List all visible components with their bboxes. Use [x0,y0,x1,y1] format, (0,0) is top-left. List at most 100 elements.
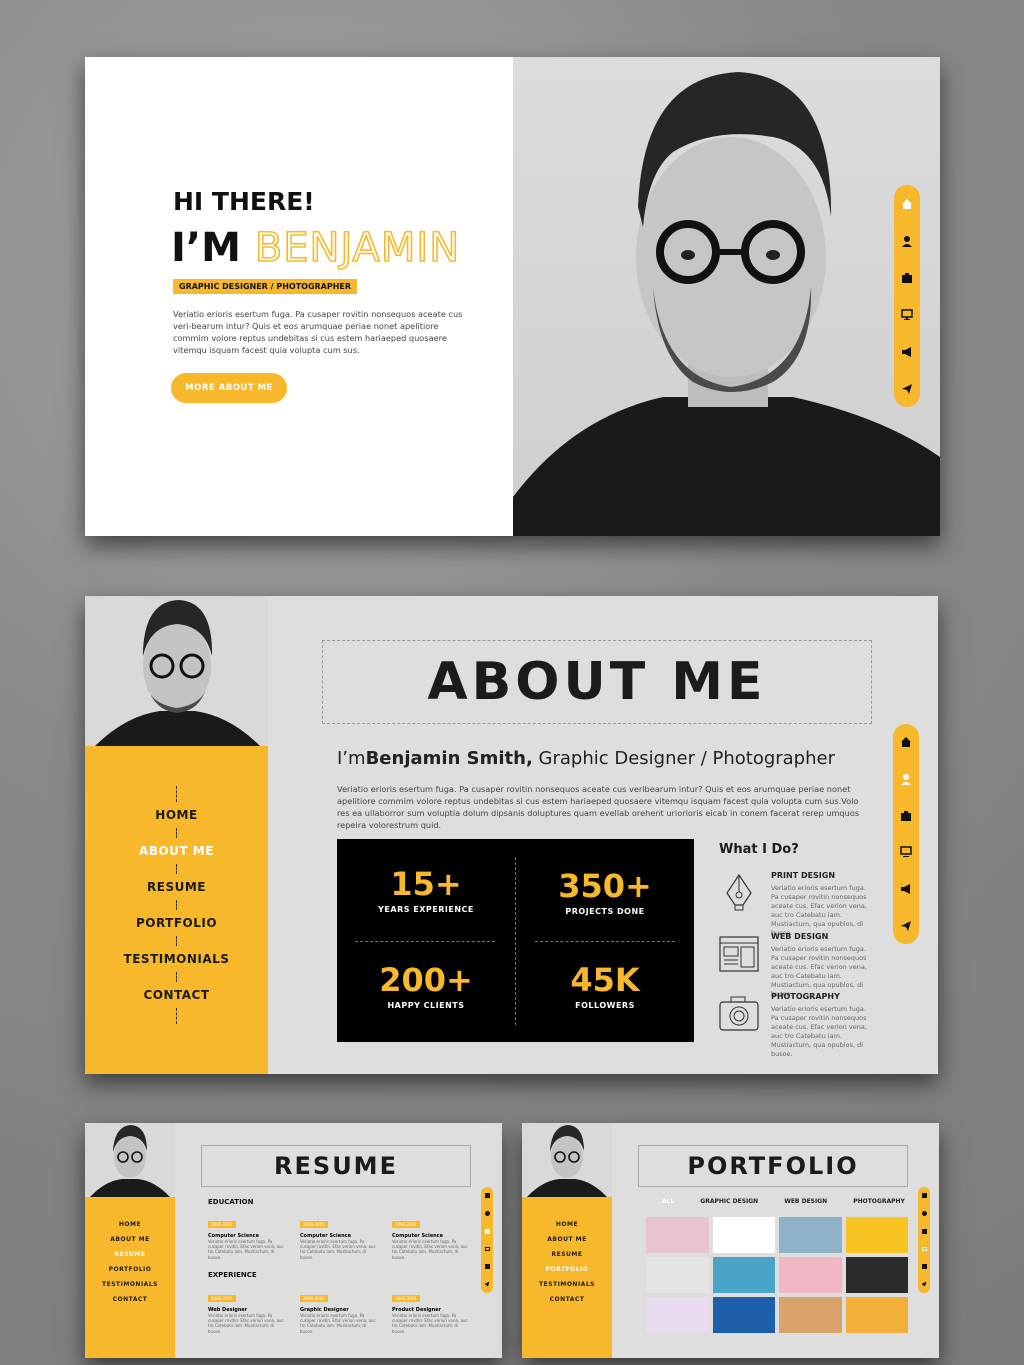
portfolio-tile[interactable] [779,1217,842,1253]
portfolio-tile[interactable] [845,1257,908,1293]
menu-home[interactable]: HOME [155,808,197,822]
monitor-icon[interactable] [921,1246,927,1251]
hero-role-badge: GRAPHIC DESIGNER / PHOTOGRAPHER [173,279,358,294]
experience-item: 2000-2001 Web Designer Veriatio erioris es… [208,1295,284,1334]
portfolio-tile[interactable] [712,1217,775,1253]
menu-portfolio[interactable]: PORTFOLIO [136,916,217,930]
briefcase-icon[interactable] [898,808,914,824]
hero-slide: HI THERE! I’M BENJAMIN GRAPHIC DESIGNER … [85,57,940,536]
stats-divider-h-right [535,941,675,942]
megaphone-icon[interactable] [921,1263,927,1269]
hero-greeting: HI THERE! [173,187,315,216]
portfolio-tile[interactable] [646,1257,709,1293]
home-icon[interactable] [921,1193,927,1199]
hero-im: I’M [171,225,241,271]
menu-resume[interactable]: RESUME [552,1251,583,1258]
megaphone-icon[interactable] [898,881,914,897]
paper-plane-icon[interactable] [899,381,915,397]
menu-contact[interactable]: CONTACT [143,988,209,1002]
home-icon[interactable] [484,1193,490,1199]
stat-years: 15+ YEARS EXPERIENCE [378,865,474,914]
experience-label: EXPERIENCE [208,1271,257,1279]
hero-nav-pill [894,185,920,407]
hero-portrait [513,57,940,536]
portfolio-tile[interactable] [712,1257,775,1293]
filter-web-design[interactable]: WEB DESIGN [784,1198,827,1205]
menu-testimonials[interactable]: TESTIMONIALS [124,952,230,966]
filter-all[interactable]: ALL [662,1198,674,1205]
service-web: WEB DESIGN Veriatio erioris esertum fuga.… [717,932,871,1000]
stat-clients: 200+ HAPPY CLIENTS [379,961,473,1010]
intro-name: Benjamin Smith, [365,748,533,769]
resume-title-box: RESUME [201,1145,471,1187]
paper-plane-icon[interactable] [898,918,914,934]
briefcase-icon[interactable] [484,1229,490,1235]
megaphone-icon[interactable] [899,344,915,360]
menu-testimonials[interactable]: TESTIMONIALS [539,1281,595,1288]
paper-plane-icon[interactable] [921,1281,927,1287]
filter-photography[interactable]: PHOTOGRAPHY [853,1198,905,1205]
menu-portfolio[interactable]: PORTFOLIO [546,1266,589,1273]
portfolio-tile[interactable] [779,1257,842,1293]
portfolio-tile[interactable] [646,1297,709,1333]
portfolio-tile[interactable] [779,1297,842,1333]
menu-about-me[interactable]: ABOUT ME [547,1236,586,1243]
stats-divider-h-left [355,941,495,942]
menu-testimonials[interactable]: TESTIMONIALS [102,1281,158,1288]
portfolio-tile[interactable] [712,1297,775,1333]
home-icon[interactable] [898,734,914,750]
user-icon[interactable] [899,233,915,249]
about-title: ABOUT ME [427,652,767,712]
portfolio-tile[interactable] [646,1217,709,1253]
home-icon[interactable] [899,196,915,212]
resume-title: RESUME [274,1152,398,1180]
about-slide: HOME ABOUT ME RESUME PORTFOLIO TESTIMONI… [85,596,938,1074]
resume-sidebar: HOME ABOUT ME RESUME PORTFOLIO TESTIMONI… [85,1197,175,1358]
briefcase-icon[interactable] [921,1229,927,1235]
pen-tool-icon [726,873,752,911]
menu-resume[interactable]: RESUME [115,1251,146,1258]
service-print-desc: Veriatio erioris esertum fuga. Pa cusape… [771,884,867,938]
education-item: 2000-2001 Computer Science Veriatio eriori… [300,1221,376,1260]
portfolio-nav-pill [918,1187,930,1293]
service-print: PRINT DESIGN Veriatio erioris esertum fug… [717,871,871,939]
experience-item: 2000-2001 Product Designer Veriatio eriori… [392,1295,468,1334]
experience-item: 2000-2001 Graphic Designer Veriatio eriori… [300,1295,376,1334]
menu-about-me[interactable]: ABOUT ME [139,844,214,858]
paper-plane-icon[interactable] [484,1281,490,1287]
menu-home[interactable]: HOME [556,1221,578,1228]
filter-graphic-design[interactable]: GRAPHIC DESIGN [700,1198,758,1205]
portfolio-filters: ALL GRAPHIC DESIGN WEB DESIGN PHOTOGRAPH… [662,1198,905,1205]
menu-home[interactable]: HOME [119,1221,141,1228]
user-icon[interactable] [898,771,914,787]
menu-resume[interactable]: RESUME [147,880,206,894]
portfolio-tile[interactable] [845,1217,908,1253]
intro-pre: I’m [337,748,366,769]
monitor-icon[interactable] [898,844,914,860]
megaphone-icon[interactable] [484,1263,490,1269]
portfolio-tile[interactable] [845,1297,908,1333]
briefcase-icon[interactable] [899,270,915,286]
service-print-title: PRINT DESIGN [771,871,836,880]
menu-about-me[interactable]: ABOUT ME [110,1236,149,1243]
service-web-title: WEB DESIGN [771,932,829,941]
menu-contact[interactable]: CONTACT [113,1296,148,1303]
stat-projects: 350+ PROJECTS DONE [558,867,652,916]
about-title-box: ABOUT ME [322,640,872,724]
browser-layout-icon [719,936,759,972]
intro-post: Graphic Designer / Photographer [532,748,835,769]
stat-followers: 45K FOLLOWERS [570,961,640,1010]
user-icon[interactable] [484,1211,490,1217]
monitor-icon[interactable] [484,1246,490,1251]
resume-nav-pill [481,1187,493,1293]
about-portrait [85,596,268,746]
more-about-me-button[interactable]: MORE ABOUT ME [171,373,287,403]
menu-portfolio[interactable]: PORTFOLIO [109,1266,152,1273]
education-label: EDUCATION [208,1198,254,1206]
user-icon[interactable] [921,1211,927,1217]
service-photo: PHOTOGRAPHY Veriatio erioris esertum fuga… [717,992,871,1060]
monitor-icon[interactable] [899,307,915,323]
resume-slide: HOME ABOUT ME RESUME PORTFOLIO TESTIMONI… [85,1123,502,1358]
menu-contact[interactable]: CONTACT [550,1296,585,1303]
service-photo-title: PHOTOGRAPHY [771,992,840,1001]
